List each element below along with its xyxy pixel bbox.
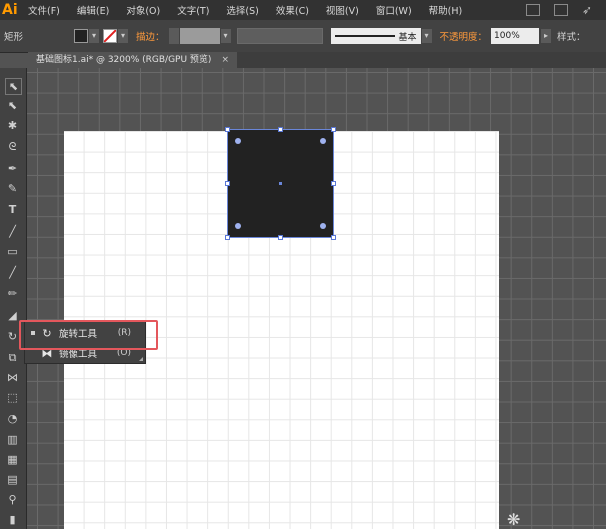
tools-panel: ⬉ ⬉ ✱ ᘓ ✒ ✎ T ╱ ▭ ╱ ✏ ◢ ↻ ⧉ ⋈ ⬚ ◔ ▥ ▦ ▤ … bbox=[0, 68, 27, 529]
stroke-line-preview bbox=[334, 35, 395, 37]
pen-tool-icon[interactable]: ✒ bbox=[5, 161, 20, 176]
feather-icon[interactable]: ➶ bbox=[582, 3, 592, 17]
free-transform-tool-icon[interactable]: ⬚ bbox=[5, 390, 20, 405]
resize-handle-top-right[interactable] bbox=[331, 127, 336, 132]
shape-builder-tool-icon[interactable]: ◔ bbox=[5, 411, 20, 426]
stroke-dropdown-icon[interactable]: ▾ bbox=[118, 29, 128, 43]
brush-definition-select[interactable]: 基本 bbox=[330, 28, 421, 44]
menu-window[interactable]: 窗口(W) bbox=[376, 3, 412, 17]
rotate-tool-icon[interactable]: ↻ bbox=[5, 329, 20, 344]
resize-handle-right[interactable] bbox=[331, 181, 336, 186]
scale-tool-icon[interactable]: ⧉ bbox=[5, 350, 20, 365]
width-tool-icon[interactable]: ⋈ bbox=[5, 370, 20, 385]
direct-selection-tool-icon[interactable]: ⬉ bbox=[5, 98, 20, 113]
menu-bar: Ai 文件(F) 编辑(E) 对象(O) 文字(T) 选择(S) 效果(C) 视… bbox=[0, 0, 606, 20]
center-point bbox=[279, 182, 282, 185]
corner-widget-bottom-left[interactable] bbox=[235, 223, 241, 229]
fill-swatch[interactable] bbox=[74, 29, 88, 43]
type-tool-icon[interactable]: T bbox=[5, 202, 20, 217]
resize-handle-bottom-right[interactable] bbox=[331, 235, 336, 240]
stroke-swatch[interactable] bbox=[103, 29, 117, 43]
menu-right-icons: ➶ bbox=[512, 0, 606, 20]
arrange-documents-icon[interactable] bbox=[553, 4, 568, 16]
resize-handle-top[interactable] bbox=[278, 127, 283, 132]
menu-effect[interactable]: 效果(C) bbox=[276, 3, 309, 17]
no-stroke-icon bbox=[103, 29, 117, 43]
artboard-tool-icon[interactable]: ▦ bbox=[5, 452, 20, 467]
variable-width-profile[interactable] bbox=[236, 28, 323, 44]
corner-widget-bottom-right[interactable] bbox=[320, 223, 326, 229]
canvas-pasteboard[interactable] bbox=[27, 68, 606, 529]
brush-dropdown-icon[interactable]: ▾ bbox=[421, 29, 432, 43]
menu-edit[interactable]: 编辑(E) bbox=[77, 3, 109, 17]
control-bar: 矩形 ▾ ▾ 描边： ▾ 基本 ▾ 不透明度： 100% ▸ 样式： bbox=[0, 20, 606, 53]
flyout-tearoff-icon[interactable] bbox=[139, 357, 143, 361]
opacity-label[interactable]: 不透明度： bbox=[440, 29, 488, 43]
line-segment-tool-icon[interactable]: ╱ bbox=[5, 224, 20, 239]
bridge-icon[interactable] bbox=[525, 4, 540, 16]
curvature-tool-icon[interactable]: ✎ bbox=[5, 181, 20, 196]
document-tab[interactable]: 基础图标1.ai* @ 3200% (RGB/GPU 预览) × bbox=[28, 52, 237, 68]
opacity-input[interactable]: 100% bbox=[491, 28, 540, 44]
brush-definition-label: 基本 bbox=[398, 32, 417, 43]
opacity-dropdown-icon[interactable]: ▸ bbox=[541, 29, 552, 43]
document-tab-bar: 基础图标1.ai* @ 3200% (RGB/GPU 预览) × bbox=[28, 52, 606, 68]
stroke-label[interactable]: 描边： bbox=[136, 29, 165, 43]
resize-handle-bottom-left[interactable] bbox=[225, 235, 230, 240]
close-tab-icon[interactable]: × bbox=[221, 52, 229, 68]
gradient-tool-icon[interactable]: ▤ bbox=[5, 472, 20, 487]
rectangle-tool-icon[interactable]: ▭ bbox=[5, 244, 20, 259]
paw-watermark-icon: ❋ bbox=[507, 510, 521, 529]
stroke-weight-field[interactable] bbox=[179, 28, 220, 44]
stroke-weight-stepper[interactable] bbox=[168, 28, 179, 44]
paintbrush-tool-icon[interactable]: ╱ bbox=[5, 265, 20, 280]
resize-handle-bottom[interactable] bbox=[278, 235, 283, 240]
lasso-tool-icon[interactable]: ᘓ bbox=[5, 139, 20, 154]
corner-widget-top-right[interactable] bbox=[320, 138, 326, 144]
fill-dropdown-icon[interactable]: ▾ bbox=[89, 29, 99, 43]
resize-handle-left[interactable] bbox=[225, 181, 230, 186]
menu-view[interactable]: 视图(V) bbox=[326, 3, 359, 17]
annotation-highlight bbox=[19, 320, 158, 350]
document-tab-title: 基础图标1.ai* @ 3200% (RGB/GPU 预览) bbox=[36, 55, 212, 65]
pencil-tool-icon[interactable]: ✏ bbox=[5, 286, 20, 301]
stroke-weight-dropdown-icon[interactable]: ▾ bbox=[220, 29, 231, 43]
eyedropper-tool-icon[interactable]: ⚲ bbox=[5, 492, 20, 507]
menu-help[interactable]: 帮助(H) bbox=[429, 3, 463, 17]
app-logo: Ai bbox=[2, 2, 18, 18]
selection-tool-icon[interactable]: ⬉ bbox=[5, 78, 22, 95]
hand-tool-icon[interactable]: ▮ bbox=[5, 512, 20, 527]
magic-wand-tool-icon[interactable]: ✱ bbox=[5, 118, 20, 133]
eraser-tool-icon[interactable]: ◢ bbox=[5, 308, 20, 323]
graph-tool-icon[interactable]: ▥ bbox=[5, 432, 20, 447]
menu-object[interactable]: 对象(O) bbox=[126, 3, 160, 17]
resize-handle-top-left[interactable] bbox=[225, 127, 230, 132]
tool-name-label: 矩形 bbox=[4, 32, 24, 43]
menu-file[interactable]: 文件(F) bbox=[28, 3, 60, 17]
style-label[interactable]: 样式： bbox=[557, 29, 586, 43]
menu-type[interactable]: 文字(T) bbox=[177, 3, 209, 17]
corner-widget-top-left[interactable] bbox=[235, 138, 241, 144]
menu-select[interactable]: 选择(S) bbox=[226, 3, 258, 17]
